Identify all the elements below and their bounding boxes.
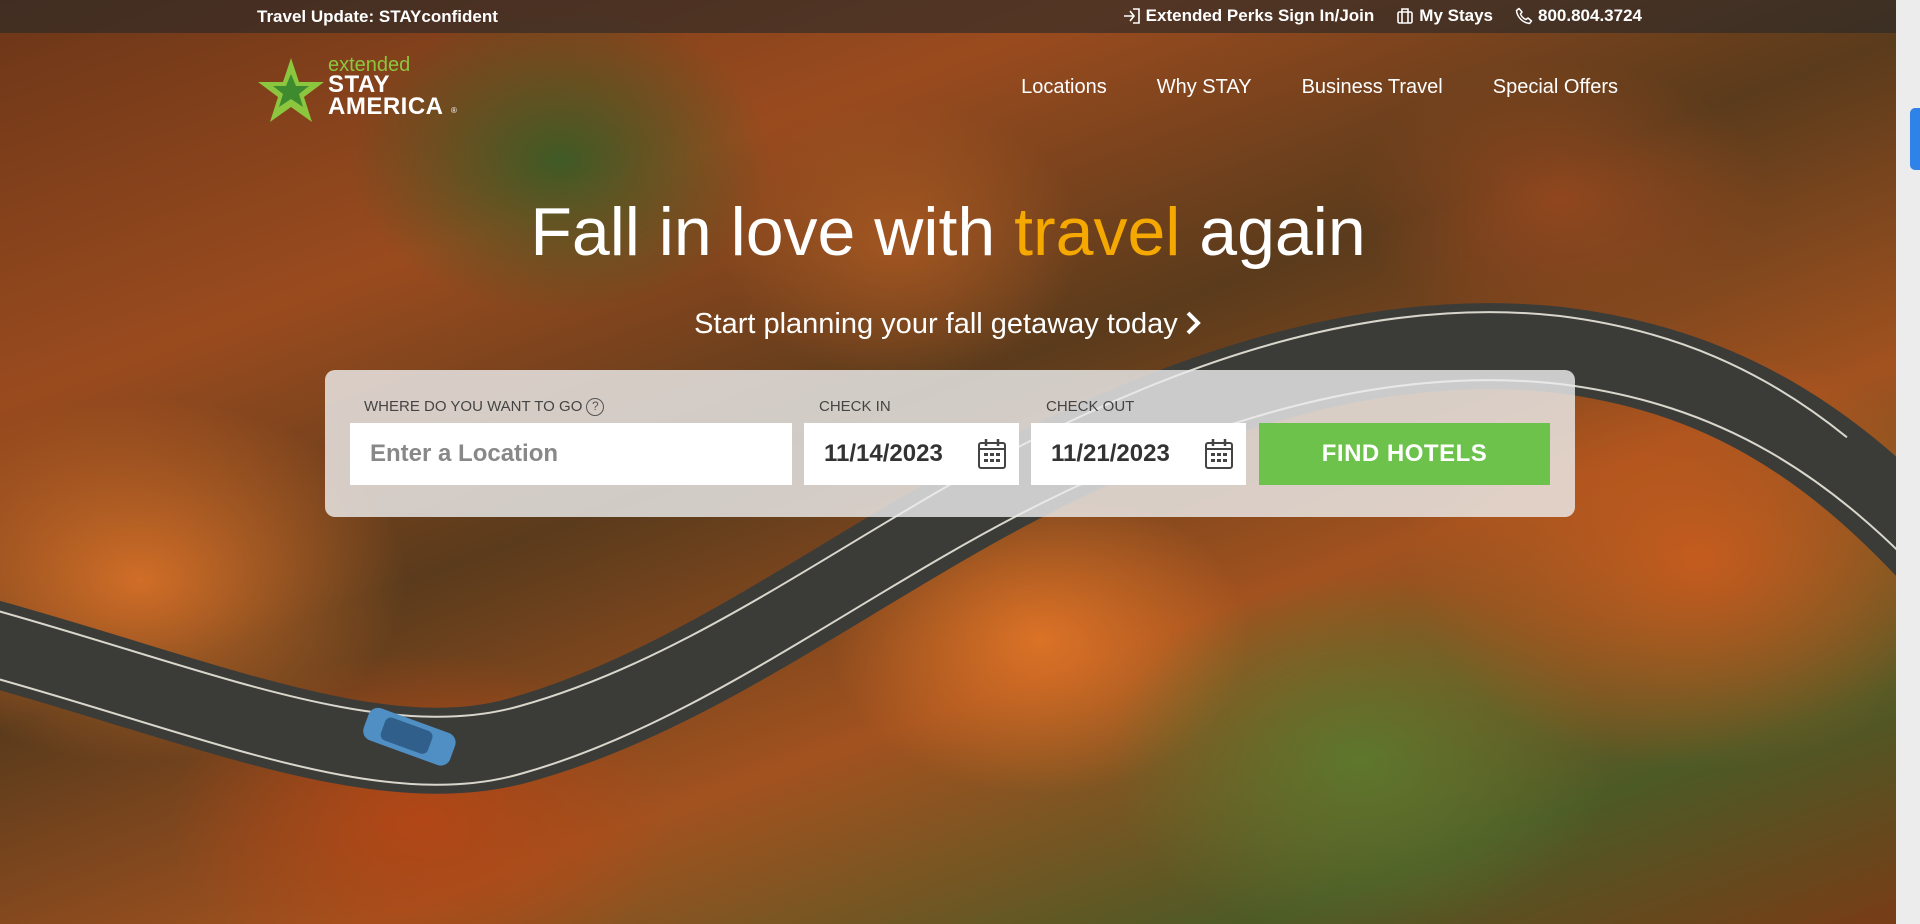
extended-perks-signin-link[interactable]: Extended Perks Sign In/Join [1123, 6, 1375, 26]
hero-title-part1: Fall in love with [530, 194, 1015, 270]
calendar-icon[interactable] [1204, 438, 1234, 477]
help-circle-icon[interactable]: ? [586, 398, 605, 416]
my-stays-link[interactable]: My Stays [1396, 6, 1493, 26]
hero-subtitle-link[interactable]: Start planning your fall getaway today [0, 308, 1896, 341]
nav-item-special-offers[interactable]: Special Offers [1493, 76, 1618, 99]
signin-label: Extended Perks Sign In/Join [1145, 6, 1375, 25]
page-scrollbar[interactable] [1896, 0, 1920, 924]
luggage-icon [1396, 7, 1414, 25]
logo-text-line2: AMERICA [328, 93, 444, 120]
nav-item-locations[interactable]: Locations [1021, 76, 1107, 99]
utility-bar: Travel Update: STAYconfident Extended Pe… [0, 0, 1896, 33]
hero-subtitle: Start planning your fall getaway today [694, 308, 1178, 340]
main-nav: Locations Why STAY Business Travel Speci… [1021, 76, 1618, 99]
find-hotels-button[interactable]: FIND HOTELS [1259, 423, 1550, 485]
check-out-label: CHECK OUT [1046, 398, 1135, 415]
home-page: Travel Update: STAYconfident Extended Pe… [0, 0, 1920, 924]
check-out-date-value: 11/21/2023 [1051, 440, 1170, 467]
extended-stay-america-logo[interactable]: extended STAY AMERICA ® [256, 54, 457, 124]
check-in-date-field[interactable]: 11/14/2023 [804, 423, 1019, 485]
registered-mark: ® [451, 106, 457, 115]
hero-title-part2: again [1180, 194, 1366, 270]
hero-title: Fall in love with travel again [0, 192, 1896, 272]
check-in-date-value: 11/14/2023 [824, 440, 943, 467]
nav-item-business-travel[interactable]: Business Travel [1302, 76, 1443, 99]
hero-title-accent: travel [1014, 194, 1181, 270]
check-out-date-field[interactable]: 11/21/2023 [1031, 423, 1246, 485]
calendar-icon[interactable] [977, 438, 1007, 477]
utility-links: Extended Perks Sign In/Join My Stays 800… [1123, 6, 1642, 26]
travel-update-link[interactable]: Travel Update: STAYconfident [257, 7, 498, 27]
nav-item-why-stay[interactable]: Why STAY [1157, 76, 1252, 99]
phone-link[interactable]: 800.804.3724 [1515, 6, 1642, 26]
hotel-search-form: WHERE DO YOU WANT TO GO? CHECK IN 11/14/… [325, 370, 1575, 517]
check-in-label: CHECK IN [819, 398, 891, 415]
location-label: WHERE DO YOU WANT TO GO? [364, 398, 605, 416]
my-stays-label: My Stays [1419, 6, 1493, 25]
scrollbar-thumb[interactable] [1910, 108, 1920, 170]
location-label-text: WHERE DO YOU WANT TO GO [364, 398, 583, 415]
location-input[interactable] [350, 423, 792, 485]
star-logo-icon [258, 58, 324, 122]
phone-number: 800.804.3724 [1538, 6, 1642, 25]
sign-in-icon [1123, 7, 1141, 25]
chevron-right-icon [1186, 311, 1201, 335]
logo-text-stay-america: STAY AMERICA [328, 73, 444, 120]
phone-icon [1515, 7, 1533, 25]
